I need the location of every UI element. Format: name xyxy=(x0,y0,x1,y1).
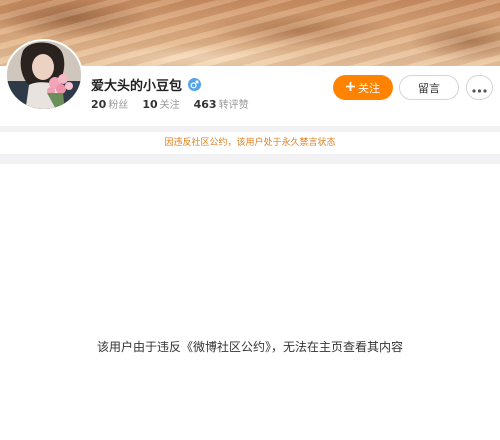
message-label: 留言 xyxy=(418,81,440,95)
blocked-content-message: 该用户由于违反《微博社区公约》，无法在主页查看其内容 xyxy=(96,340,403,354)
avatar[interactable] xyxy=(5,39,83,111)
stat-reposts-comments-likes: 463 转评赞 xyxy=(194,96,249,111)
ban-notice: 因违反社区公约，该用户处于永久禁言状态 xyxy=(0,132,500,154)
section-divider xyxy=(0,154,500,164)
stat-label: 转评赞 xyxy=(218,100,249,111)
message-button[interactable]: 留言 xyxy=(399,75,459,100)
male-icon xyxy=(188,78,202,91)
follow-label: 关注 xyxy=(358,81,380,95)
follow-button[interactable]: 关注 xyxy=(333,75,393,100)
profile-username-row: 爱大头的小豆包 xyxy=(91,75,202,94)
stat-followers[interactable]: 20 粉丝 xyxy=(91,96,128,111)
stat-value: 463 xyxy=(193,98,217,111)
stat-label: 粉丝 xyxy=(108,100,129,111)
stat-label: 关注 xyxy=(159,100,180,111)
stat-value: 20 xyxy=(91,98,107,111)
profile-username[interactable]: 爱大头的小豆包 xyxy=(91,75,182,94)
profile-stats: 20 粉丝 10 关注 463 转评赞 xyxy=(91,96,249,111)
plus-icon xyxy=(345,81,356,94)
stat-value: 10 xyxy=(142,98,158,111)
more-button[interactable] xyxy=(466,75,493,100)
stat-following[interactable]: 10 关注 xyxy=(142,96,179,111)
more-dots-icon xyxy=(472,78,487,97)
